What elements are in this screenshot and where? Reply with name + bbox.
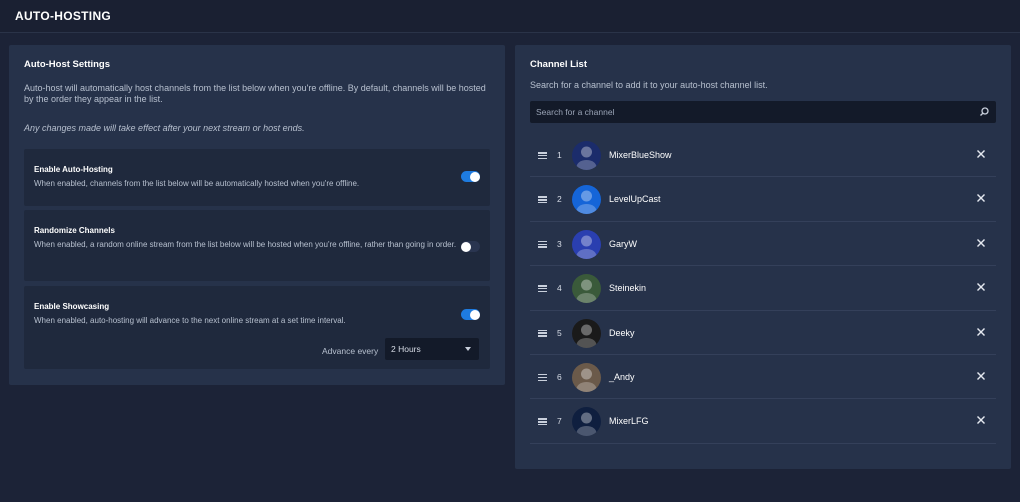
randomize-channels-card: Randomize Channels When enabled, a rando… <box>24 210 490 281</box>
avatar-head <box>581 190 592 202</box>
channel-row[interactable]: 2 LevelUpCast <box>530 177 996 222</box>
settings-heading: Auto-Host Settings <box>24 59 111 70</box>
channel-avatar <box>572 318 601 348</box>
remove-channel-icon[interactable] <box>976 327 986 337</box>
avatar-head <box>581 324 592 336</box>
avatar-image <box>572 141 601 170</box>
caret-down-icon <box>465 347 471 351</box>
enable-auto-hosting-card: Enable Auto-Hosting When enabled, channe… <box>24 149 490 206</box>
enable-showcasing-toggle[interactable] <box>461 309 480 320</box>
channel-row[interactable]: 6 _Andy <box>530 355 996 400</box>
auto-host-settings-panel: Auto-Host Settings Auto-host will automa… <box>9 45 505 385</box>
avatar-head <box>581 368 592 380</box>
channel-avatar <box>572 274 601 304</box>
channel-row[interactable]: 1 MixerBlueShow <box>530 133 996 178</box>
drag-handle-icon[interactable] <box>538 152 547 160</box>
avatar-image <box>572 229 601 259</box>
channel-list-description: Search for a channel to add it to your a… <box>530 80 768 90</box>
enable-auto-hosting-title: Enable Auto-Hosting <box>34 165 113 174</box>
remove-channel-icon[interactable] <box>976 193 986 203</box>
remove-channel-icon[interactable] <box>976 238 986 248</box>
drag-handle-icon[interactable] <box>538 418 547 426</box>
enable-auto-hosting-desc: When enabled, channels from the list bel… <box>34 179 360 188</box>
avatar-image <box>572 185 601 215</box>
drag-handle-icon[interactable] <box>538 240 547 248</box>
channel-list-heading: Channel List <box>530 59 588 70</box>
remove-channel-icon[interactable] <box>976 282 986 292</box>
advance-every-label: Advance every <box>322 346 379 356</box>
avatar-head <box>581 235 592 247</box>
channel-rank: 3 <box>557 238 562 249</box>
remove-channel-icon[interactable] <box>976 415 986 425</box>
toggle-knob <box>470 309 480 320</box>
avatar-image <box>572 274 601 304</box>
avatar-head <box>581 146 592 158</box>
channel-row[interactable]: 5 Deeky <box>530 311 996 355</box>
remove-channel-icon[interactable] <box>976 149 986 159</box>
top-bar: AUTO-HOSTING <box>0 0 1020 33</box>
toggle-knob <box>461 241 471 252</box>
settings-description: Auto-host will automatically host channe… <box>24 83 486 104</box>
settings-note: Any changes made will take effect after … <box>24 123 305 133</box>
enable-auto-hosting-toggle[interactable] <box>461 171 480 182</box>
channel-name[interactable]: MixerLFG <box>609 416 649 426</box>
channel-name[interactable]: LevelUpCast <box>609 194 661 204</box>
channel-list-panel: Channel List Search for a channel to add… <box>515 45 1011 469</box>
advance-interval-value: 2 Hours <box>391 344 421 354</box>
channel-name[interactable]: Steinekin <box>609 283 646 293</box>
enable-showcasing-card: Enable Showcasing When enabled, auto-hos… <box>24 286 490 369</box>
channel-rank: 6 <box>557 371 562 382</box>
avatar-head <box>581 279 592 291</box>
channel-name[interactable]: Deeky <box>609 328 635 338</box>
randomize-channels-desc: When enabled, a random online stream fro… <box>34 240 457 249</box>
channel-name[interactable]: GaryW <box>609 239 637 249</box>
drag-handle-icon[interactable] <box>538 285 547 293</box>
enable-showcasing-desc: When enabled, auto-hosting will advance … <box>34 316 346 325</box>
channel-row[interactable]: 3 GaryW <box>530 222 996 267</box>
channel-name[interactable]: _Andy <box>609 372 635 382</box>
avatar-head <box>581 412 592 424</box>
randomize-channels-toggle[interactable] <box>461 241 480 252</box>
remove-channel-icon[interactable] <box>976 371 986 381</box>
randomize-channels-title: Randomize Channels <box>34 226 115 235</box>
advance-interval-select[interactable]: 2 Hours <box>385 338 479 360</box>
channel-rank: 4 <box>557 283 562 294</box>
channel-row[interactable]: 7 MixerLFG <box>530 399 996 444</box>
channel-search-box <box>530 101 996 123</box>
channel-avatar <box>572 407 601 437</box>
search-icon[interactable] <box>978 106 990 118</box>
page-title: AUTO-HOSTING <box>15 9 112 23</box>
channel-search-input[interactable] <box>530 101 970 123</box>
channel-rank: 2 <box>557 194 562 205</box>
channel-avatar <box>572 362 601 392</box>
channel-rank: 7 <box>557 416 562 427</box>
drag-handle-icon[interactable] <box>538 196 547 204</box>
drag-handle-icon[interactable] <box>538 329 547 337</box>
channel-row[interactable]: 4 Steinekin <box>530 266 996 311</box>
toggle-knob <box>470 171 480 182</box>
enable-showcasing-title: Enable Showcasing <box>34 302 110 311</box>
channel-avatar <box>572 185 601 215</box>
channel-rank: 5 <box>557 327 562 338</box>
drag-handle-icon[interactable] <box>538 373 547 382</box>
avatar-image <box>572 362 601 392</box>
channel-avatar <box>572 141 601 170</box>
channel-rank: 1 <box>557 150 562 160</box>
channel-list: 1 MixerBlueShow 2 LevelUpCast 3 GaryW 4 … <box>530 133 996 444</box>
channel-name[interactable]: MixerBlueShow <box>609 150 672 160</box>
channel-avatar <box>572 229 601 259</box>
avatar-image <box>572 318 601 348</box>
avatar-image <box>572 407 601 437</box>
